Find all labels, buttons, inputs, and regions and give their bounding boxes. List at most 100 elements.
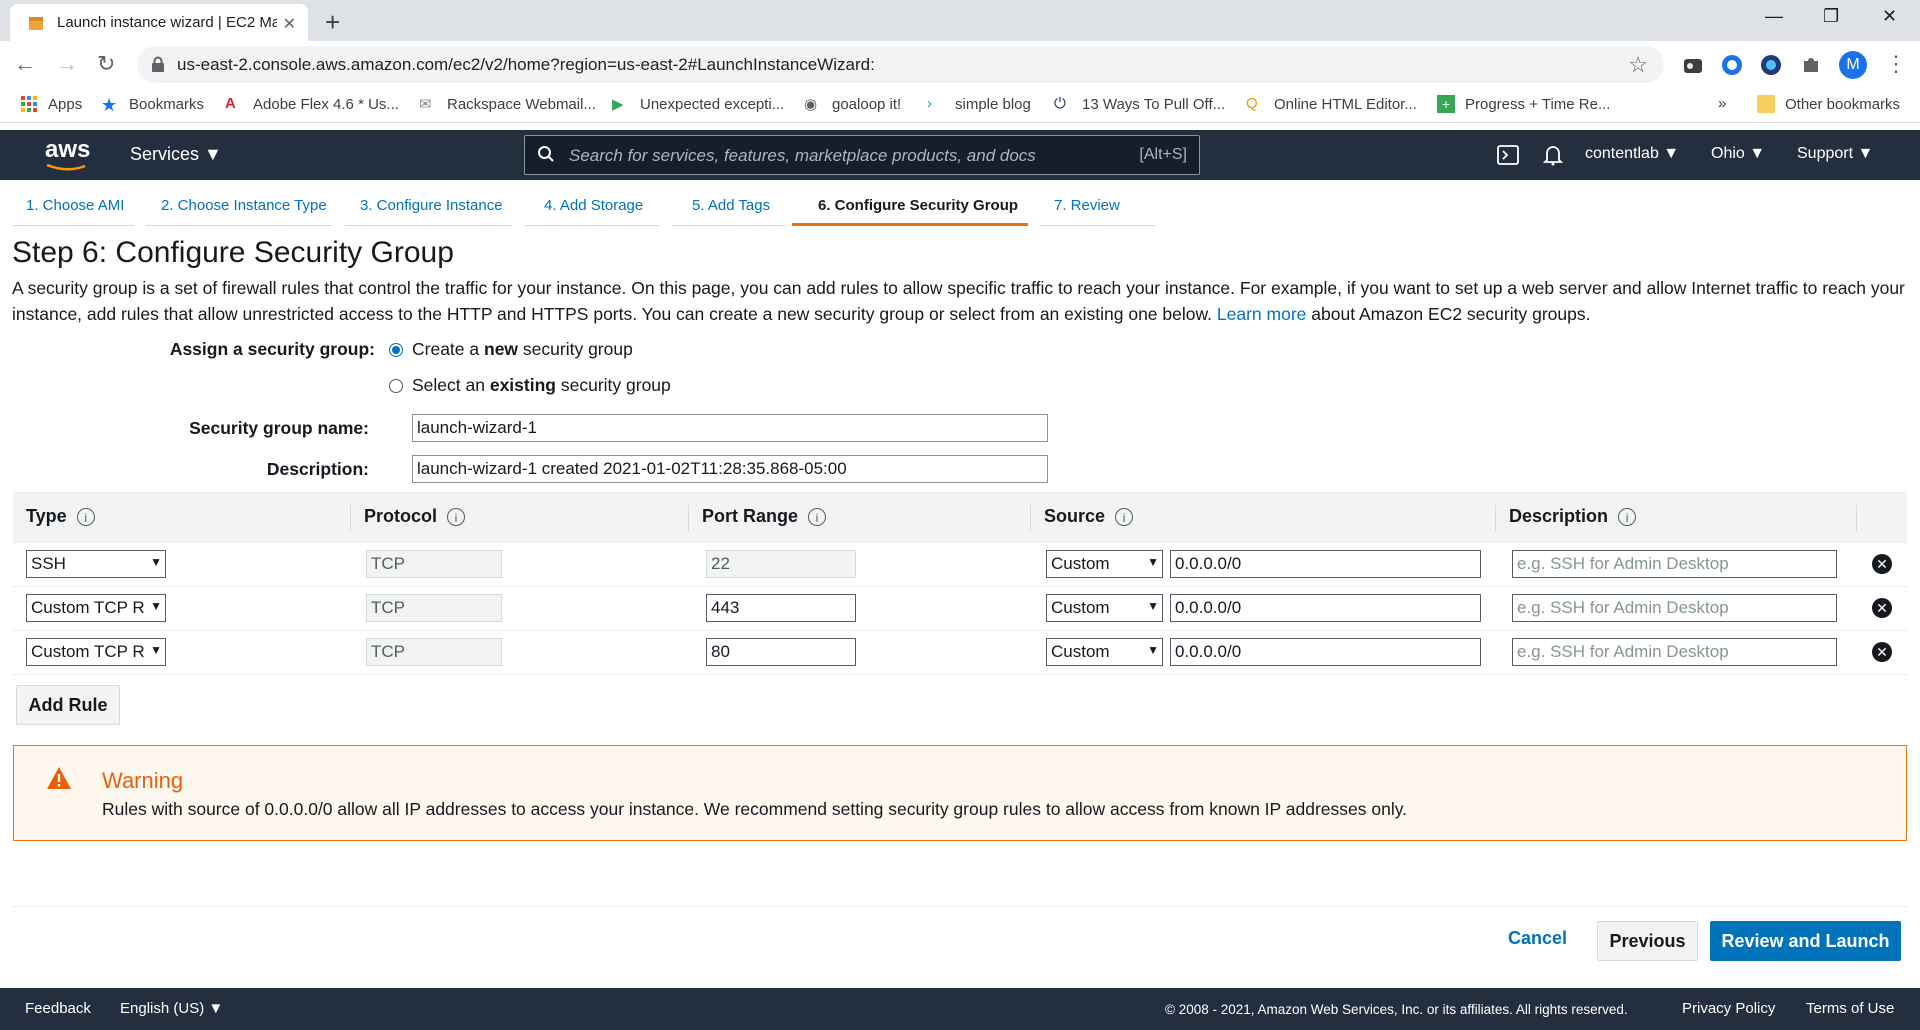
tab-review[interactable]: 7. Review — [1040, 182, 1156, 226]
col-divider — [1856, 505, 1857, 531]
bookmark-label: simple blog — [955, 95, 1031, 113]
type-select[interactable]: Custom TCP R ▼ — [26, 638, 166, 666]
radio-create-new[interactable]: Create a new security group — [389, 339, 633, 360]
source-input[interactable]: 0.0.0.0/0 — [1170, 550, 1481, 578]
bookmark-progress[interactable]: + Progress + Time Re... — [1437, 95, 1610, 113]
rule-description-input[interactable]: e.g. SSH for Admin Desktop — [1512, 550, 1837, 578]
radio-select-existing[interactable]: Select an existing security group — [389, 375, 671, 396]
search-placeholder: Search for services, features, marketpla… — [569, 146, 1036, 165]
description-label: Description: — [266, 459, 369, 479]
extension-eye-icon[interactable] — [1759, 53, 1783, 77]
review-and-launch-button[interactable]: Review and Launch — [1710, 921, 1901, 961]
info-icon[interactable]: i — [76, 507, 95, 526]
col-divider — [688, 505, 689, 531]
warning-alert: Warning Rules with source of 0.0.0.0/0 a… — [13, 745, 1907, 841]
account-menu[interactable]: contentlab ▼ — [1585, 145, 1679, 163]
source-select[interactable]: Custom ▼ — [1046, 638, 1163, 666]
copyright-text: © 2008 - 2021, Amazon Web Services, Inc.… — [1165, 1002, 1628, 1017]
tab-add-tags[interactable]: 5. Add Tags — [672, 182, 786, 226]
chevron-down-icon: ▼ — [1147, 599, 1159, 613]
bookmark-13-ways[interactable]: ⏻ 13 Ways To Pull Off... — [1054, 95, 1225, 113]
info-icon[interactable]: i — [447, 507, 466, 526]
aws-search-box[interactable]: Search for services, features, marketpla… — [524, 135, 1200, 175]
delete-rule-icon[interactable]: ✕ — [1872, 598, 1892, 618]
window-close-icon[interactable]: ✕ — [1882, 6, 1897, 27]
tab-configure-security-group[interactable]: 6. Configure Security Group — [792, 182, 1028, 226]
language-selector[interactable]: English (US) ▼ — [120, 1000, 223, 1017]
feedback-link[interactable]: Feedback — [25, 1000, 91, 1017]
privacy-policy-link[interactable]: Privacy Policy — [1682, 1000, 1775, 1017]
port-range-input[interactable]: 443 — [706, 594, 856, 622]
tab-choose-ami[interactable]: 1. Choose AMI — [12, 182, 134, 226]
group-name-input[interactable]: launch-wizard-1 — [412, 414, 1048, 442]
bookmark-apps[interactable]: Apps — [20, 95, 82, 113]
sheets-icon: + — [1437, 95, 1455, 113]
bookmark-bookmarks[interactable]: ★ Bookmarks — [101, 95, 204, 115]
tab-choose-instance-type[interactable]: 2. Choose Instance Type — [146, 182, 333, 226]
add-rule-button[interactable]: Add Rule — [16, 685, 120, 725]
services-menu[interactable]: Services ▼ — [130, 144, 222, 165]
learn-more-link[interactable]: Learn more — [1217, 304, 1307, 324]
bookmark-simple-blog[interactable]: › simple blog — [927, 95, 1031, 113]
minimize-icon[interactable]: — — [1765, 6, 1783, 27]
col-protocol: Protocol i — [364, 506, 466, 527]
star-icon: ★ — [101, 95, 118, 115]
aws-logo[interactable]: aws — [45, 136, 90, 172]
bookmark-label: Online HTML Editor... — [1274, 95, 1417, 113]
back-icon[interactable]: ← — [14, 51, 36, 77]
rule-description-input[interactable]: e.g. SSH for Admin Desktop — [1512, 638, 1837, 666]
terms-of-use-link[interactable]: Terms of Use — [1806, 1000, 1894, 1017]
previous-button[interactable]: Previous — [1597, 921, 1698, 961]
col-divider — [1495, 505, 1496, 531]
region-menu[interactable]: Ohio ▼ — [1711, 145, 1765, 163]
delete-rule-icon[interactable]: ✕ — [1872, 554, 1892, 574]
intro-suffix: about Amazon EC2 security groups. — [1311, 304, 1591, 324]
cloudshell-icon[interactable] — [1497, 145, 1519, 165]
browser-tab[interactable]: Launch instance wizard | EC2 Ma ✕ — [10, 4, 308, 41]
chrome-menu-icon[interactable]: ⋮ — [1885, 51, 1907, 77]
type-select[interactable]: SSH ▼ — [26, 550, 166, 578]
delete-rule-icon[interactable]: ✕ — [1872, 642, 1892, 662]
bookmark-star-icon[interactable]: ☆ — [1628, 52, 1648, 78]
radio-text: security group — [560, 375, 671, 395]
bell-icon[interactable] — [1543, 144, 1563, 166]
bookmark-html-editor[interactable]: Q Online HTML Editor... — [1246, 95, 1417, 113]
reload-icon[interactable]: ↻ — [97, 51, 115, 77]
rule-description-input[interactable]: e.g. SSH for Admin Desktop — [1512, 594, 1837, 622]
col-port-range: Port Range i — [702, 506, 827, 527]
bookmarks-overflow[interactable]: » — [1718, 95, 1726, 112]
tab-configure-instance[interactable]: 3. Configure Instance — [345, 182, 512, 226]
warning-body: Rules with source of 0.0.0.0/0 allow all… — [102, 799, 1408, 819]
protocol-field: TCP — [366, 594, 502, 622]
source-input[interactable]: 0.0.0.0/0 — [1170, 638, 1481, 666]
extension-icon[interactable] — [1681, 53, 1705, 77]
restore-icon[interactable]: ❐ — [1823, 6, 1839, 27]
warning-icon — [47, 767, 71, 789]
info-icon[interactable]: i — [808, 507, 827, 526]
tab-close-icon[interactable]: ✕ — [283, 14, 296, 34]
puzzle-icon[interactable] — [1799, 53, 1823, 77]
bookmark-goaloop[interactable]: ◉ goaloop it! — [804, 95, 901, 114]
source-select[interactable]: Custom ▼ — [1046, 594, 1163, 622]
extension-circle-icon[interactable] — [1720, 53, 1744, 77]
bookmark-unexpected[interactable]: ▶ Unexpected excepti... — [612, 95, 784, 114]
chevron-down-icon: ▼ — [1147, 643, 1159, 657]
type-select[interactable]: Custom TCP R ▼ — [26, 594, 166, 622]
col-source: Source i — [1044, 506, 1134, 527]
description-input[interactable]: launch-wizard-1 created 2021-01-02T11:28… — [412, 455, 1048, 483]
forward-icon[interactable]: → — [56, 51, 78, 77]
bookmark-other[interactable]: Other bookmarks — [1757, 95, 1900, 113]
info-icon[interactable]: i — [1618, 507, 1637, 526]
tab-add-storage[interactable]: 4. Add Storage — [524, 182, 660, 226]
source-select[interactable]: Custom ▼ — [1046, 550, 1163, 578]
bookmark-adobe-flex[interactable]: A Adobe Flex 4.6 * Us... — [225, 95, 399, 113]
cancel-button[interactable]: Cancel — [1508, 928, 1567, 949]
info-icon[interactable]: i — [1115, 507, 1134, 526]
support-menu[interactable]: Support ▼ — [1797, 145, 1873, 163]
new-tab-icon[interactable]: + — [325, 7, 340, 38]
bookmark-rackspace[interactable]: ✉ Rackspace Webmail... — [419, 95, 596, 114]
port-range-input[interactable]: 80 — [706, 638, 856, 666]
source-input[interactable]: 0.0.0.0/0 — [1170, 594, 1481, 622]
profile-avatar[interactable]: M — [1839, 51, 1867, 79]
address-bar[interactable]: us-east-2.console.aws.amazon.com/ec2/v2/… — [137, 46, 1664, 83]
